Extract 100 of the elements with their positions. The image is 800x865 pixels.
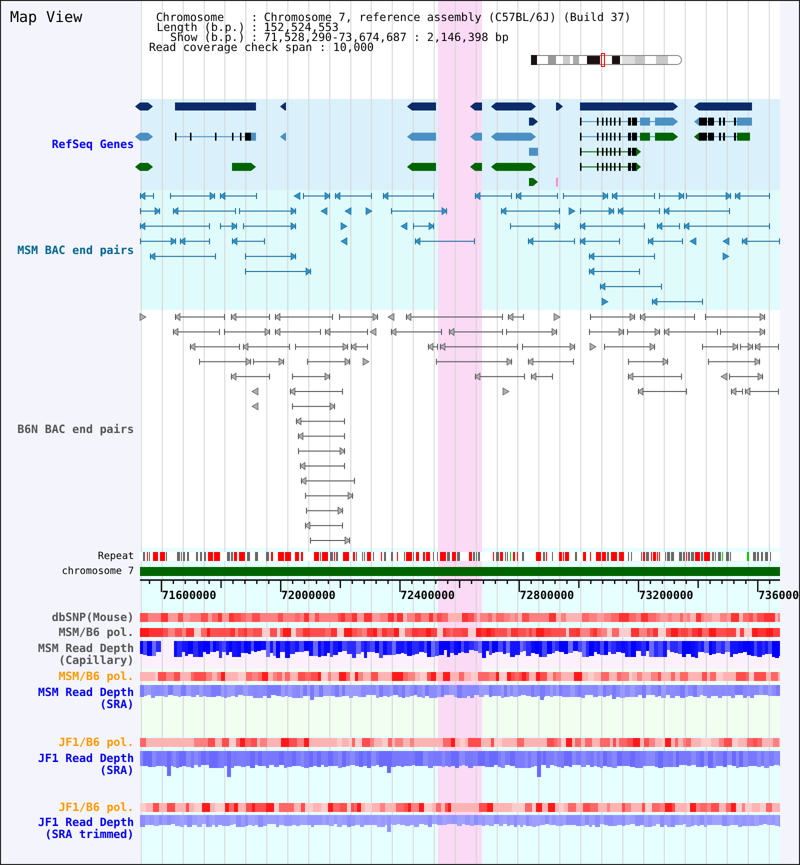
bac-end-pair	[720, 328, 766, 336]
bac-end-pair	[579, 222, 645, 230]
bac-end-pair	[297, 432, 345, 440]
bac-end-pair	[172, 207, 236, 216]
bac-end-marker	[362, 358, 370, 366]
gene-feature	[491, 102, 536, 110]
gene-feature	[694, 102, 752, 110]
gene-feature	[470, 162, 482, 171]
bac-end-pair	[306, 506, 344, 515]
track-label: MSM/B6 pol.	[58, 670, 134, 682]
bac-end-marker	[320, 207, 328, 216]
bac-end-pair	[522, 342, 576, 351]
info-label: Show (b.p.)	[170, 33, 245, 43]
bac-end-pair	[599, 282, 662, 291]
track-label: JF1 Read Depth (SRA trimmed)	[36, 816, 134, 840]
bac-end-marker	[251, 387, 258, 396]
track-label: chromosome 7	[62, 566, 134, 576]
bac-end-pair	[627, 328, 661, 336]
bac-end-pair	[189, 342, 240, 351]
bac-end-pair	[663, 328, 718, 336]
gene-feature	[491, 132, 536, 141]
bac-end-marker	[369, 328, 376, 336]
bac-end-pair	[382, 192, 434, 200]
bac-end-pair	[604, 342, 656, 351]
gene-feature	[280, 102, 286, 110]
bac-end-pair	[292, 402, 336, 410]
bac-end-marker	[400, 222, 408, 230]
bac-end-pair	[637, 387, 687, 396]
gene-feature	[470, 132, 482, 141]
bac-end-pair	[300, 476, 355, 485]
bac-end-pair	[590, 312, 636, 322]
bac-end-marker	[366, 207, 373, 216]
gene-feature	[280, 132, 286, 141]
bac-end-pair	[303, 192, 331, 200]
gene-feature	[694, 118, 752, 126]
bac-end-pair	[530, 372, 553, 381]
bac-end-pair	[527, 358, 574, 366]
bac-end-pair	[310, 536, 351, 545]
track-label: RefSeq Genes	[52, 138, 134, 151]
bac-end-pair	[628, 358, 669, 366]
bac-end-pair	[219, 192, 257, 200]
bac-end-pair	[639, 312, 695, 322]
bac-end-pair	[224, 328, 271, 336]
bac-end-pair	[220, 222, 238, 230]
bac-end-pair	[506, 328, 558, 336]
bac-end-pair	[179, 237, 210, 246]
bac-end-pair	[580, 207, 615, 216]
bac-end-pair	[448, 328, 503, 336]
bac-end-marker	[590, 342, 597, 351]
bac-end-pair	[617, 207, 660, 216]
bac-end-pair	[243, 222, 297, 230]
track-label: B6N BAC end pairs	[17, 422, 134, 436]
info-separator: :	[319, 43, 326, 53]
bac-end-pair	[242, 342, 290, 351]
gene-feature	[407, 102, 436, 110]
track-label: MSM Read Depth (SRA)	[36, 686, 134, 710]
bac-end-pair	[298, 447, 346, 456]
bac-end-pair	[414, 237, 475, 246]
axis-tick-label: 736000	[758, 589, 799, 602]
bac-end-pair	[305, 492, 354, 500]
bac-end-pair	[651, 298, 703, 306]
axis-tick-label: 72800000	[520, 589, 574, 602]
track-label: Repeat	[98, 550, 134, 562]
bac-end-pair	[324, 328, 368, 336]
bac-end-pair	[413, 222, 435, 230]
bac-end-pair	[510, 222, 561, 230]
bac-end-pair	[292, 372, 331, 381]
bac-end-pair	[391, 207, 448, 216]
bac-end-pair	[589, 328, 625, 336]
bac-end-pair	[139, 192, 154, 200]
bac-end-pair	[579, 237, 620, 246]
bac-end-marker	[344, 207, 352, 216]
bac-end-pair	[663, 207, 730, 216]
bac-end-pair	[239, 207, 297, 216]
bac-end-marker	[722, 252, 730, 260]
gene-feature	[470, 102, 482, 110]
axis-tick-label: 72000000	[281, 589, 336, 602]
bac-end-pair	[563, 192, 609, 200]
bac-end-pair	[245, 252, 297, 260]
bac-end-pair	[656, 222, 680, 230]
bac-end-pair	[231, 237, 265, 246]
info-separator: :	[251, 33, 258, 43]
track-label: MSM BAC end pairs	[17, 244, 134, 256]
info-value: Chromosome 7, reference assembly (C57BL/6J) (Build 37)	[264, 13, 632, 23]
bac-end-pair	[299, 462, 345, 470]
info-value: 71,528,290-73,674,687 : 2,146,398 bp	[264, 33, 510, 43]
gene-feature	[135, 162, 153, 171]
bac-end-pair	[140, 237, 177, 246]
bac-end-pair	[140, 207, 161, 216]
info-label: Chromosome	[156, 13, 224, 23]
bac-end-pair	[611, 192, 655, 200]
bac-end-pair	[170, 192, 216, 200]
bac-end-pair	[627, 372, 682, 381]
bac-end-pair	[647, 237, 683, 246]
bac-end-pair	[741, 237, 780, 246]
bac-end-pair	[474, 192, 512, 200]
bac-end-marker	[602, 298, 609, 306]
bac-end-marker	[689, 237, 696, 246]
gene-feature	[580, 148, 641, 156]
bac-end-pair	[588, 252, 655, 260]
